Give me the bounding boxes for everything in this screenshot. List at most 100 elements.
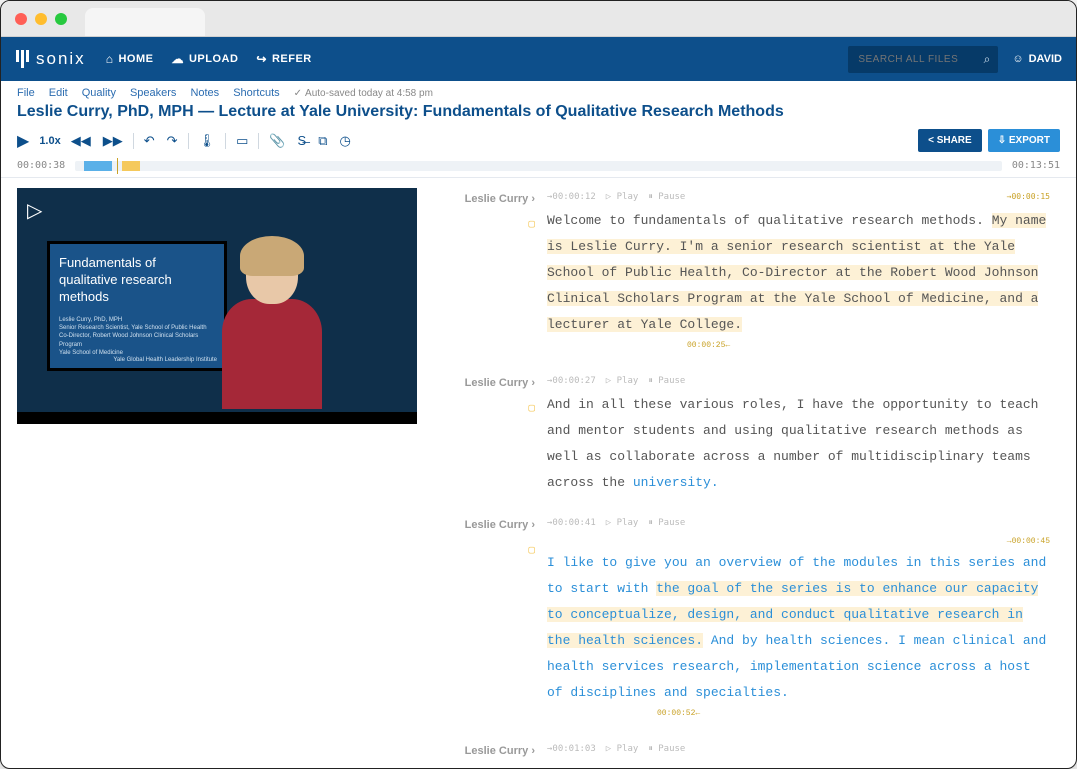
block-timestamp: 00:00:27 <box>552 376 595 386</box>
browser-titlebar <box>1 1 1076 37</box>
note-icon[interactable]: ▢ <box>528 398 535 420</box>
play-segment[interactable]: ▷ Play <box>606 188 639 206</box>
upload-icon: ☁ <box>171 52 184 66</box>
brand-logo[interactable]: sonix <box>15 49 86 69</box>
share-label: SHARE <box>937 135 972 146</box>
play-segment[interactable]: ▷ Play <box>606 514 639 532</box>
block-meta: →00:00:12 ▷ Play ⏸ Pause →00:00:15 <box>547 188 1050 206</box>
search-icon[interactable]: ⌕ <box>984 52 991 67</box>
sonix-icon <box>15 50 30 68</box>
slide-credits: Leslie Curry, PhD, MPH Senior Research S… <box>59 316 215 358</box>
user-menu[interactable]: ☺ DAVID <box>1012 53 1062 65</box>
main-content: Fundamentals of qualitative research met… <box>1 177 1076 764</box>
home-icon: ⌂ <box>106 52 114 66</box>
play-segment[interactable]: ▷ Play <box>606 372 639 390</box>
note-icon[interactable]: ▢ <box>528 214 535 236</box>
transcript-text[interactable]: There are six modules in the series. The… <box>547 760 1050 764</box>
screen-icon[interactable]: ▭ <box>236 133 248 149</box>
pause-segment[interactable]: ⏸ Pause <box>648 188 685 206</box>
video-presenter <box>207 244 337 424</box>
menu-quality[interactable]: Quality <box>82 87 116 99</box>
pause-segment[interactable]: ⏸ Pause <box>648 740 685 758</box>
video-play-icon[interactable]: ▷ <box>27 198 42 223</box>
video-pane: Fundamentals of qualitative research met… <box>17 188 417 764</box>
pause-segment[interactable]: ⏸ Pause <box>648 372 685 390</box>
ts-marker: →00:00:45 <box>547 534 1050 550</box>
close-window-button[interactable] <box>15 13 27 25</box>
share-button[interactable]: < SHARE <box>918 129 982 152</box>
export-button[interactable]: ⇩ EXPORT <box>988 129 1060 152</box>
maximize-window-button[interactable] <box>55 13 67 25</box>
brand-text: sonix <box>36 49 86 69</box>
transcript-text[interactable]: I like to give you an overview of the mo… <box>547 550 1050 706</box>
pause-segment[interactable]: ⏸ Pause <box>648 514 685 532</box>
speaker-name[interactable]: Leslie Curry <box>437 188 535 210</box>
menu-speakers[interactable]: Speakers <box>130 87 176 99</box>
ts-marker: 00:00:25← <box>687 338 1050 354</box>
export-label: EXPORT <box>1009 135 1050 146</box>
highlight: My name is Leslie Curry. I'm a senior re… <box>547 213 1046 332</box>
search-input[interactable] <box>848 46 998 73</box>
play-segment[interactable]: ▷ Play <box>606 740 639 758</box>
redo-button[interactable]: ↷ <box>167 133 178 149</box>
block-meta: →00:00:41 ▷ Play ⏸ Pause <box>547 514 1050 532</box>
speaker-name[interactable]: Leslie Curry <box>437 740 535 762</box>
video-slide: Fundamentals of qualitative research met… <box>47 241 227 371</box>
transcript-block: Leslie Curry ▢ →00:00:27 ▷ Play ⏸ Pause … <box>437 372 1050 496</box>
timeline-highlight <box>122 161 141 171</box>
video-player[interactable]: Fundamentals of qualitative research met… <box>17 188 417 424</box>
nav-upload-label: UPLOAD <box>189 53 238 65</box>
speaker-name[interactable]: Leslie Curry <box>437 372 535 394</box>
forward-button[interactable]: ▶▶ <box>103 133 123 149</box>
block-timestamp: 00:00:12 <box>552 192 595 202</box>
nav-refer[interactable]: ↪ REFER <box>256 52 311 66</box>
link[interactable]: university. <box>633 475 719 490</box>
transcript-block: Leslie Curry ▢ →00:00:12 ▷ Play ⏸ Pause … <box>437 188 1050 354</box>
rewind-button[interactable]: ◀◀ <box>71 133 91 149</box>
note-icon[interactable]: ▢ <box>528 540 535 562</box>
transcript-text[interactable]: Welcome to fundamentals of qualitative r… <box>547 208 1050 338</box>
block-timestamp: 00:01:03 <box>552 744 595 754</box>
copy-icon[interactable]: ⧉ <box>318 133 327 149</box>
main-navbar: sonix ⌂ HOME ☁ UPLOAD ↪ REFER ⌕ ☺ DAVID <box>1 37 1076 81</box>
block-timestamp: 00:00:41 <box>552 518 595 528</box>
app-window: sonix ⌂ HOME ☁ UPLOAD ↪ REFER ⌕ ☺ DAVID <box>0 0 1077 769</box>
timeline-cursor[interactable] <box>117 158 118 174</box>
current-time: 00:00:38 <box>17 160 65 171</box>
nav-items: ⌂ HOME ☁ UPLOAD ↪ REFER <box>106 52 312 66</box>
menu-shortcuts[interactable]: Shortcuts <box>233 87 279 99</box>
timeline-track[interactable] <box>75 161 1002 171</box>
block-meta: →00:01:03 ▷ Play ⏸ Pause <box>547 740 1050 758</box>
undo-button[interactable]: ↶ <box>144 133 155 149</box>
play-button[interactable]: ▶ <box>17 131 29 151</box>
transcript-pane[interactable]: Leslie Curry ▢ →00:00:12 ▷ Play ⏸ Pause … <box>437 188 1060 764</box>
menu-edit[interactable]: Edit <box>49 87 68 99</box>
player-toolbar: ▶ 1.0x ◀◀ ▶▶ ↶ ↷ 🌡 ▭ 📎 S̶ ⧉ ◷ < SHARE ⇩ … <box>1 125 1076 160</box>
check-icon: ✓ <box>294 88 302 99</box>
transcript-text[interactable]: And in all these various roles, I have t… <box>547 392 1050 496</box>
speaker-name[interactable]: Leslie Curry <box>437 514 535 536</box>
attach-icon[interactable]: 📎 <box>269 133 285 149</box>
thermometer-icon[interactable]: 🌡 <box>199 133 216 149</box>
refer-icon: ↪ <box>256 52 267 66</box>
strikethrough-icon[interactable]: S̶ <box>298 133 307 148</box>
menu-notes[interactable]: Notes <box>190 87 219 99</box>
user-label: DAVID <box>1029 53 1062 65</box>
file-menu-bar: File Edit Quality Speakers Notes Shortcu… <box>1 81 1076 99</box>
timeline: 00:00:38 00:13:51 <box>1 160 1076 177</box>
minimize-window-button[interactable] <box>35 13 47 25</box>
nav-upload[interactable]: ☁ UPLOAD <box>171 52 238 66</box>
browser-tab[interactable] <box>85 8 205 36</box>
nav-home[interactable]: ⌂ HOME <box>106 52 154 66</box>
user-icon: ☺ <box>1012 53 1023 65</box>
search-wrap: ⌕ <box>848 46 998 73</box>
document-title: Leslie Curry, PhD, MPH — Lecture at Yale… <box>1 99 1076 125</box>
nav-refer-label: REFER <box>272 53 312 65</box>
nav-home-label: HOME <box>118 53 153 65</box>
total-time: 00:13:51 <box>1012 160 1060 171</box>
transcript-block: Leslie Curry ▢ →00:01:03 ▷ Play ⏸ Pause … <box>437 740 1050 764</box>
clock-icon[interactable]: ◷ <box>340 133 351 149</box>
playback-speed[interactable]: 1.0x <box>39 135 60 147</box>
slide-title: Fundamentals of qualitative research met… <box>59 255 215 306</box>
menu-file[interactable]: File <box>17 87 35 99</box>
